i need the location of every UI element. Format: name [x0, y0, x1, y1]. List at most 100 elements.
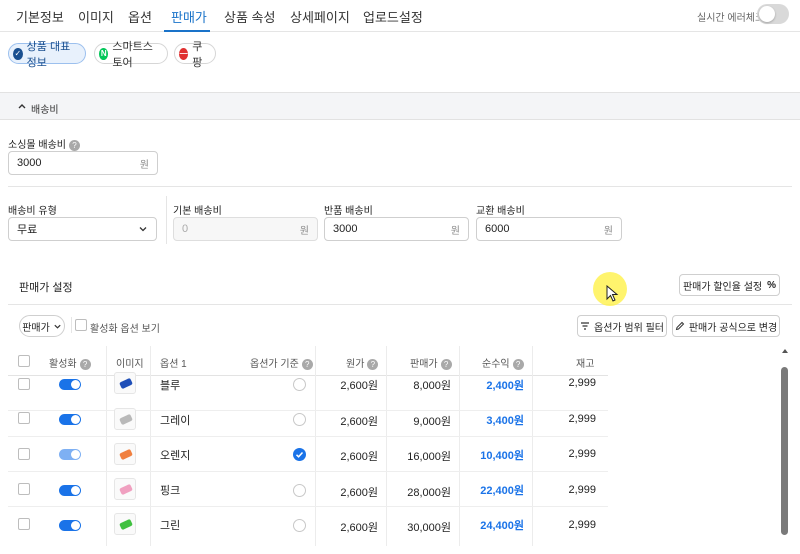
option-thumbnail — [114, 513, 136, 535]
help-icon[interactable]: ? — [367, 358, 379, 370]
select-value: 무료 — [17, 224, 38, 236]
col-cost: 원가? — [346, 355, 379, 370]
col-profit: 순수익? — [482, 355, 524, 370]
active-toggle[interactable] — [59, 449, 81, 460]
return-fee-input[interactable]: 3000 원 — [324, 217, 469, 241]
input-placeholder: 0 — [182, 223, 189, 235]
option-name: 핑크 — [160, 485, 181, 497]
basis-radio[interactable] — [293, 378, 306, 391]
unit-label: 원 — [139, 159, 149, 171]
scrollbar-thumb[interactable] — [781, 367, 788, 535]
cost-value: 2,600원 — [340, 416, 378, 428]
option-thumbnail — [114, 443, 136, 465]
profit-value: 22,400원 — [480, 485, 524, 497]
tab-detail-page[interactable]: 상세페이지 — [290, 7, 350, 26]
active-toggle[interactable] — [59, 379, 81, 390]
price-value: 30,000원 — [407, 522, 451, 534]
unit-label: 원 — [299, 225, 309, 237]
option-thumbnail — [114, 478, 136, 500]
stock-value: 2,999 — [568, 448, 596, 460]
profit-value: 10,400원 — [480, 450, 524, 462]
percent-icon: % — [767, 279, 777, 291]
profit-value: 2,400원 — [486, 380, 524, 392]
check-icon — [295, 451, 304, 458]
tab-images[interactable]: 이미지 — [78, 7, 114, 26]
help-icon[interactable]: ? — [440, 358, 452, 370]
row-checkbox[interactable] — [18, 518, 30, 530]
price-value: 16,000원 — [407, 451, 451, 463]
realtime-check-toggle[interactable] — [757, 4, 789, 24]
active-toggle[interactable] — [59, 520, 81, 531]
divider — [8, 304, 792, 305]
tab-upload-settings[interactable]: 업로드설정 — [363, 7, 423, 26]
row-checkbox[interactable] — [18, 483, 30, 495]
chip-label: 상품 대표정보 — [26, 40, 71, 69]
button-label: 판매가 할인율 설정 — [682, 281, 763, 293]
range-filter-button[interactable]: 옵션가 범위 필터 — [577, 315, 667, 337]
base-fee-label: 기본 배송비 — [173, 206, 222, 217]
unit-label: 원 — [603, 225, 613, 237]
stock-value: 2,999 — [568, 519, 596, 531]
mall-fee-input[interactable]: 3000 원 — [8, 151, 158, 175]
row-checkbox[interactable] — [18, 412, 30, 424]
col-image: 이미지 — [116, 359, 144, 370]
profit-value: 3,400원 — [486, 415, 524, 427]
active-toggle[interactable] — [59, 414, 81, 425]
basis-radio[interactable] — [293, 484, 306, 497]
basis-radio-selected[interactable] — [293, 448, 306, 461]
table-header: 활성화? 이미지 옵션 1 옵션가 기준? 원가? 판매가? 순수익? 재고 — [8, 346, 608, 376]
divider — [71, 317, 72, 333]
price-dropdown[interactable]: 판매가 — [19, 315, 65, 337]
profit-value: 24,400원 — [480, 520, 524, 532]
cost-value: 2,600원 — [340, 380, 378, 392]
stock-value: 2,999 — [568, 413, 596, 425]
chip-label: 스마트스토어 — [112, 40, 153, 69]
help-icon[interactable]: ? — [79, 358, 91, 370]
help-icon[interactable]: ? — [301, 358, 313, 370]
mouse-cursor-icon — [606, 285, 619, 302]
chip-coupang[interactable]: — 쿠팡 — [174, 41, 216, 69]
price-value: 8,000원 — [413, 380, 451, 392]
active-toggle[interactable] — [59, 485, 81, 496]
formula-button[interactable]: 판매가 공식으로 변경 — [672, 315, 780, 337]
basis-radio[interactable] — [293, 519, 306, 532]
option-name: 블루 — [160, 380, 181, 392]
option-thumbnail — [114, 372, 136, 394]
pricing-title: 판매가 설정 — [19, 282, 73, 294]
row-checkbox[interactable] — [18, 448, 30, 460]
section-title: 배송비 — [31, 105, 59, 116]
help-icon[interactable]: ? — [68, 139, 80, 151]
realtime-check-label: 실시간 에러체크 — [697, 13, 765, 24]
input-value: 3000 — [17, 157, 42, 169]
option-name: 그린 — [160, 520, 181, 532]
fee-type-label: 배송비 유형 — [8, 206, 57, 217]
cost-value: 2,600원 — [340, 451, 378, 463]
scroll-up-arrow-icon[interactable] — [780, 347, 790, 355]
chip-smartstore[interactable]: N 스마트스토어 — [94, 41, 168, 69]
help-icon[interactable]: ? — [512, 358, 524, 370]
fee-type-select[interactable]: 무료 — [8, 217, 157, 241]
table-row: 그린 2,600원 30,000원 24,400원 2,999 — [8, 507, 608, 542]
option-thumbnail — [114, 408, 136, 430]
chip-representative-info[interactable]: ✓ 상품 대표정보 — [8, 41, 86, 69]
col-price: 판매가? — [410, 355, 452, 370]
row-checkbox[interactable] — [18, 378, 30, 390]
tab-basic-info[interactable]: 기본정보 — [16, 7, 64, 26]
stock-value: 2,999 — [568, 377, 596, 389]
tab-attributes[interactable]: 상품 속성 — [224, 7, 275, 26]
select-all-checkbox[interactable] — [18, 355, 30, 367]
active-only-checkbox[interactable] — [75, 319, 87, 331]
price-value: 9,000원 — [413, 416, 451, 428]
return-fee-label: 반품 배송비 — [324, 206, 373, 217]
discount-rate-button[interactable]: 판매가 할인율 설정 % — [679, 274, 780, 296]
exchange-fee-input[interactable]: 6000 원 — [476, 217, 622, 241]
chevron-up-icon — [18, 104, 26, 109]
col-active: 활성화? — [49, 355, 91, 370]
basis-radio[interactable] — [293, 413, 306, 426]
input-value: 6000 — [485, 223, 510, 235]
col-basis: 옵션가 기준? — [250, 355, 313, 370]
shipping-section-header[interactable]: 배송비 — [0, 92, 800, 120]
button-label: 판매가 공식으로 변경 — [688, 322, 778, 334]
tab-options[interactable]: 옵션 — [128, 7, 152, 26]
tab-price[interactable]: 판매가 — [171, 7, 207, 26]
